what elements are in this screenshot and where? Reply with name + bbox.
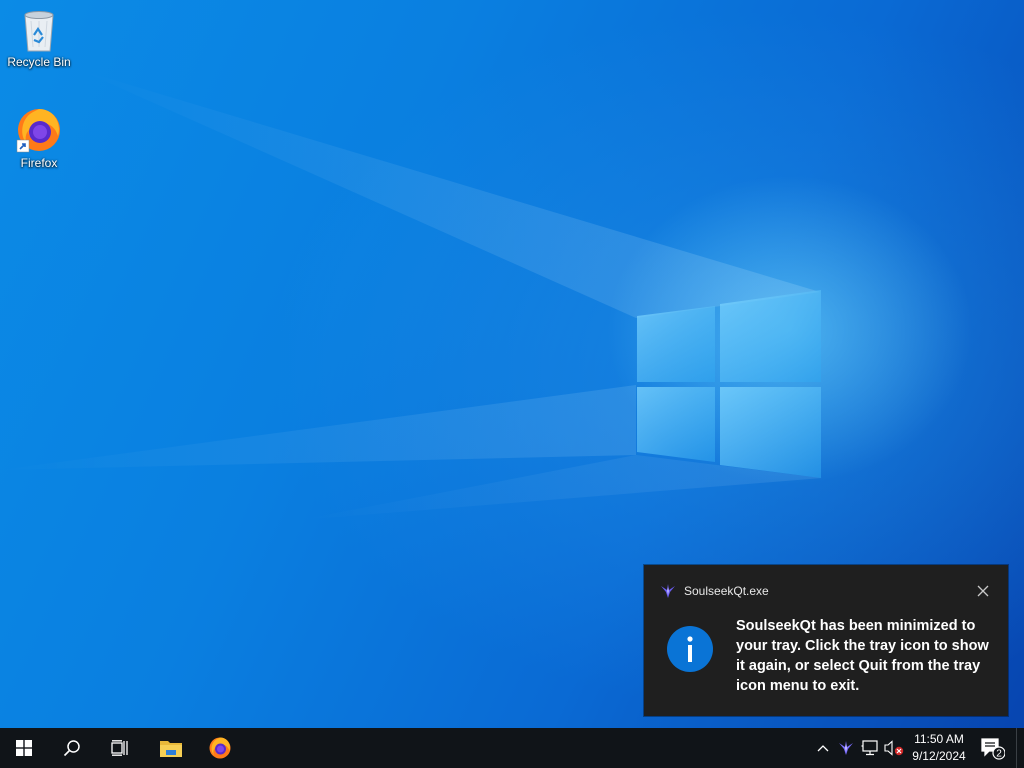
search-icon xyxy=(63,740,80,757)
soulseek-tray-icon xyxy=(839,741,853,755)
desktop-icon-label: Recycle Bin xyxy=(7,55,71,69)
taskbar-clock[interactable]: 11:50 AM 9/12/2024 xyxy=(906,731,972,765)
chevron-up-icon xyxy=(817,745,829,752)
action-center-icon: 2 xyxy=(981,738,1005,760)
windows-start-icon xyxy=(16,740,32,756)
info-icon xyxy=(667,626,713,672)
action-center-button[interactable]: 2 xyxy=(972,728,1012,768)
search-button[interactable] xyxy=(48,728,96,768)
clock-time: 11:50 AM xyxy=(914,732,964,746)
task-view-icon xyxy=(111,740,128,756)
volume-muted-icon xyxy=(884,740,904,756)
desktop-icon-recycle-bin[interactable]: Recycle Bin xyxy=(1,7,77,69)
toast-notification[interactable]: SoulseekQt.exe SoulseekQt has been minim… xyxy=(644,565,1008,716)
firefox-icon xyxy=(209,737,231,759)
tray-soulseek[interactable] xyxy=(835,738,857,758)
start-button[interactable] xyxy=(0,728,48,768)
show-desktop-button[interactable] xyxy=(1016,728,1024,768)
file-explorer-icon xyxy=(160,741,182,757)
tray-volume[interactable] xyxy=(883,738,905,758)
taskbar-firefox[interactable] xyxy=(196,728,244,768)
tray-network[interactable] xyxy=(859,738,881,758)
firefox-icon xyxy=(16,109,60,153)
desktop-icon-label: Firefox xyxy=(20,156,58,170)
taskbar-file-explorer[interactable] xyxy=(147,728,195,768)
soulseek-bird-icon xyxy=(661,584,675,598)
toast-message: SoulseekQt has been minimized to your tr… xyxy=(736,618,989,694)
taskbar: 11:50 AM 9/12/2024 2 xyxy=(0,728,1024,768)
close-icon[interactable] xyxy=(976,584,990,598)
notification-count-badge: 2 xyxy=(996,749,1002,760)
task-view-button[interactable] xyxy=(96,728,144,768)
show-hidden-icons-button[interactable] xyxy=(812,738,834,758)
desktop-icon-firefox[interactable]: Firefox xyxy=(1,106,77,170)
clock-date: 9/12/2024 xyxy=(912,749,966,763)
network-icon xyxy=(861,740,878,756)
toast-header: SoulseekQt.exe xyxy=(660,583,769,599)
recycle-bin-icon xyxy=(24,11,54,52)
toast-app-name: SoulseekQt.exe xyxy=(684,584,769,598)
